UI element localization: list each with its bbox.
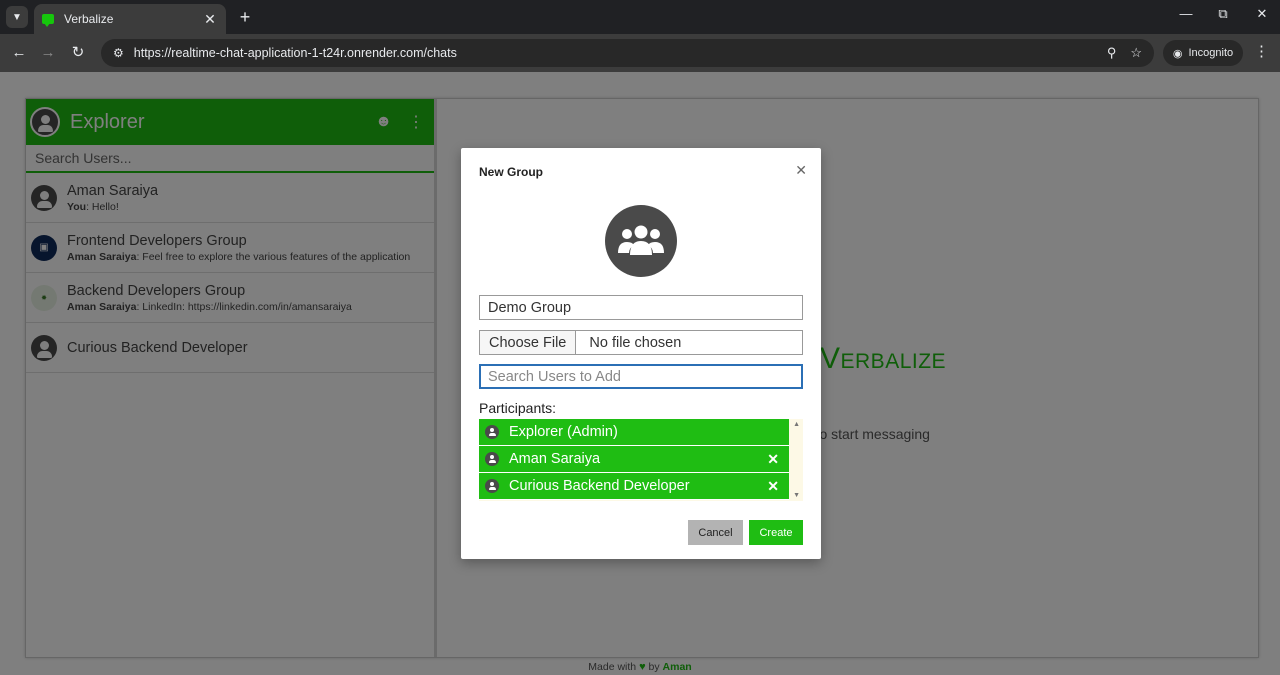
participant-avatar bbox=[485, 452, 499, 466]
restore-icon[interactable]: ⧉ bbox=[1212, 6, 1234, 22]
browser-tab-active[interactable]: Verbalize ✕ bbox=[34, 4, 226, 34]
incognito-indicator[interactable]: ◉ Incognito bbox=[1163, 40, 1243, 66]
participant-avatar bbox=[485, 425, 499, 439]
tab-search-icon[interactable]: ▼ bbox=[6, 6, 28, 28]
dialog-title: New Group bbox=[479, 165, 544, 179]
minimize-icon[interactable]: — bbox=[1175, 6, 1197, 21]
zoom-icon[interactable]: ⚲ bbox=[1107, 45, 1117, 61]
participant-item: Explorer (Admin) bbox=[479, 419, 789, 446]
participant-avatar bbox=[485, 479, 499, 493]
users-group-icon bbox=[618, 225, 664, 255]
participant-name: Curious Backend Developer bbox=[509, 478, 690, 494]
cancel-button[interactable]: Cancel bbox=[688, 520, 743, 545]
close-tab-icon[interactable]: ✕ bbox=[202, 11, 218, 28]
window-close-icon[interactable]: ✕ bbox=[1251, 6, 1273, 22]
participants-list[interactable]: Explorer (Admin) Aman Saraiya ✕ Curious … bbox=[479, 419, 803, 501]
participants-label: Participants: bbox=[479, 400, 557, 416]
group-picture-icon[interactable] bbox=[605, 205, 677, 277]
file-status-text: No file chosen bbox=[589, 334, 682, 351]
incognito-label: Incognito bbox=[1188, 47, 1234, 59]
remove-participant-icon[interactable]: ✕ bbox=[767, 478, 779, 495]
browser-menu-icon[interactable]: ⋮ bbox=[1254, 42, 1269, 60]
browser-tab-strip: ▼ Verbalize ✕ + — ⧉ ✕ bbox=[0, 0, 1280, 34]
bookmark-star-icon[interactable]: ☆ bbox=[1130, 45, 1142, 61]
participant-item: Aman Saraiya ✕ bbox=[479, 446, 789, 473]
remove-participant-icon[interactable]: ✕ bbox=[767, 451, 779, 468]
participant-name: Explorer (Admin) bbox=[509, 424, 618, 440]
scroll-up-icon[interactable]: ▲ bbox=[793, 421, 800, 428]
participant-item: Curious Backend Developer ✕ bbox=[479, 473, 789, 500]
group-image-file-input[interactable]: Choose File No file chosen bbox=[479, 330, 803, 355]
tab-title: Verbalize bbox=[64, 12, 114, 26]
site-info-icon[interactable]: ⚙ bbox=[113, 46, 124, 60]
group-name-input[interactable]: Demo Group bbox=[479, 295, 803, 320]
back-arrow-icon[interactable]: ← bbox=[8, 42, 30, 64]
page-viewport: Explorer ☻ ⋮ Search Users... Aman Saraiy… bbox=[0, 72, 1280, 675]
choose-file-button[interactable]: Choose File bbox=[480, 331, 577, 354]
create-button[interactable]: Create bbox=[749, 520, 803, 545]
participant-name: Aman Saraiya bbox=[509, 451, 601, 467]
scroll-down-icon[interactable]: ▼ bbox=[793, 492, 800, 499]
address-bar[interactable]: ⚙ https://realtime-chat-application-1-t2… bbox=[101, 39, 1154, 67]
close-dialog-icon[interactable]: ✕ bbox=[795, 162, 807, 179]
reload-icon[interactable]: ↻ bbox=[67, 42, 89, 64]
forward-arrow-icon[interactable]: → bbox=[37, 42, 59, 64]
add-users-search-input[interactable]: Search Users to Add bbox=[479, 364, 803, 389]
chat-bubble-icon bbox=[42, 14, 54, 27]
browser-toolbar: ← → ↻ ⚙ https://realtime-chat-applicatio… bbox=[0, 34, 1280, 72]
url-text[interactable]: https://realtime-chat-application-1-t24r… bbox=[134, 46, 1093, 60]
incognito-icon: ◉ bbox=[1172, 47, 1183, 60]
new-group-dialog: New Group ✕ Demo Group Choose File No fi… bbox=[461, 148, 821, 559]
new-tab-icon[interactable]: + bbox=[234, 6, 256, 28]
